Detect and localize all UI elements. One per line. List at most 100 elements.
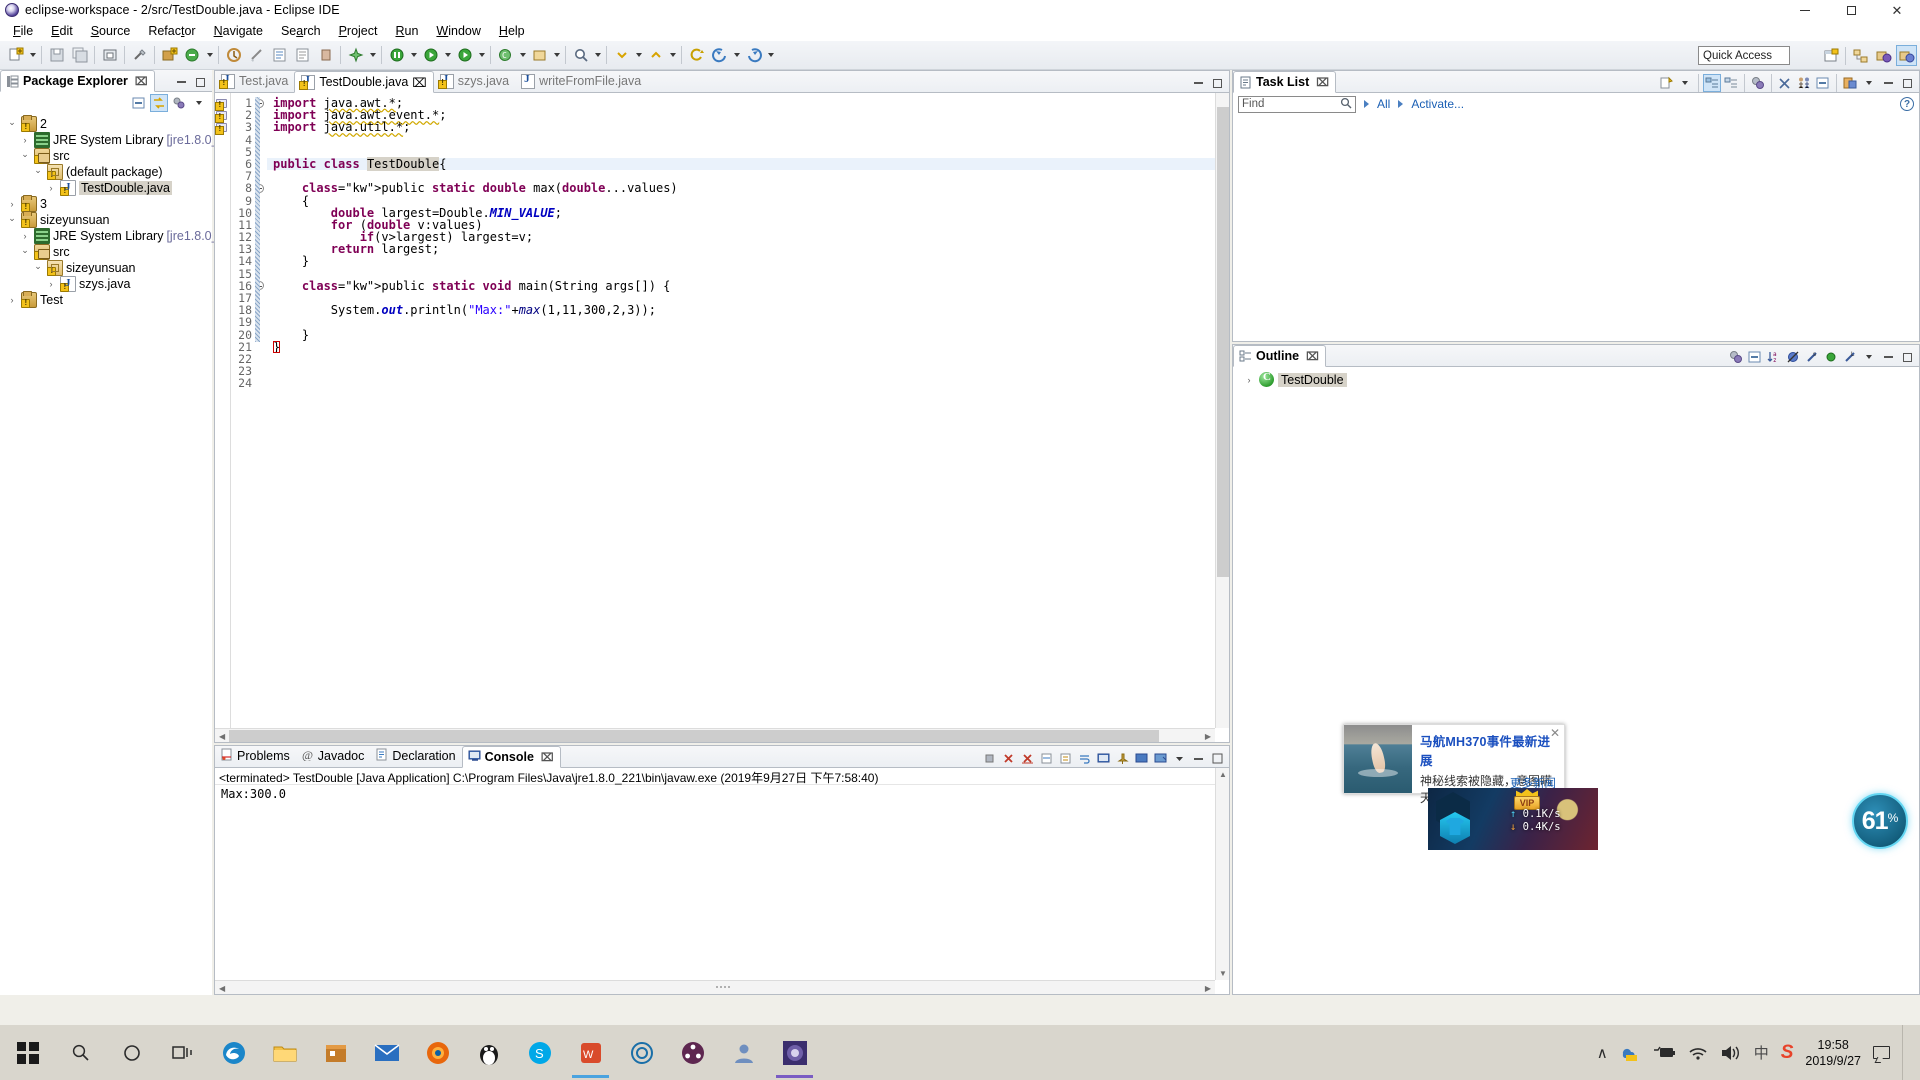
tree-node[interactable]: › TestDouble.java — [0, 180, 212, 196]
new-wizard-icon[interactable] — [5, 45, 26, 66]
taskbar-file-explorer[interactable] — [259, 1025, 310, 1080]
collapse-all-icon[interactable] — [1746, 348, 1764, 366]
search-icon[interactable] — [570, 45, 591, 66]
forward-icon[interactable] — [743, 45, 764, 66]
new-package-icon[interactable] — [529, 45, 550, 66]
taskbar-qq[interactable] — [463, 1025, 514, 1080]
editor-body[interactable]: 123456789101112131415161718192021222324 … — [215, 93, 1229, 742]
code-line[interactable] — [273, 365, 1229, 377]
code-line[interactable] — [273, 353, 1229, 365]
save-icon[interactable] — [46, 45, 67, 66]
bottom-tab-problems[interactable]: Problems — [215, 745, 296, 767]
code-line[interactable]: System.out.println("Max:"+max(1,11,300,2… — [273, 304, 1229, 316]
search-dropdown-icon[interactable] — [592, 45, 603, 66]
notification-icon[interactable] — [1873, 1046, 1890, 1059]
scrollbar-thumb[interactable] — [229, 730, 1159, 742]
sogou-icon[interactable]: S — [1781, 1042, 1794, 1064]
coverage-icon[interactable] — [454, 45, 475, 66]
taskbar-firefox[interactable] — [412, 1025, 463, 1080]
taskbar-task-view[interactable] — [157, 1025, 208, 1080]
tree-node[interactable]: ›3 — [0, 195, 212, 212]
menu-project[interactable]: Project — [330, 22, 387, 40]
menu-edit[interactable]: Edit — [42, 22, 82, 40]
collapse-all-icon[interactable] — [130, 94, 148, 112]
code-line[interactable] — [273, 316, 1229, 328]
taskbar-search[interactable] — [55, 1025, 106, 1080]
debug-dropdown-icon[interactable] — [408, 45, 419, 66]
hide-fields-icon[interactable] — [1784, 348, 1802, 366]
show-desktop-button[interactable] — [1902, 1025, 1910, 1080]
tree-node[interactable]: ⌄ (default package) — [0, 164, 212, 180]
volume-icon[interactable] — [1720, 1044, 1742, 1062]
menu-refactor[interactable]: Refactor — [139, 22, 204, 40]
filter-caret-icon[interactable] — [1364, 100, 1369, 108]
tree-node[interactable]: › JRE System Library [jre1.8.0_221] — [0, 132, 243, 148]
hide-non-public-icon[interactable] — [1822, 348, 1840, 366]
taskbar-mail[interactable] — [361, 1025, 412, 1080]
console-horizontal-scrollbar[interactable]: ◀ ▶ — [215, 980, 1215, 994]
editor-tab[interactable]: Jszys.java — [434, 70, 515, 92]
new-class-icon[interactable]: C — [495, 45, 516, 66]
next-annotation-icon[interactable] — [611, 45, 632, 66]
tree-node[interactable]: ⌄ sizeyunsuan — [0, 211, 212, 228]
view-menu-icon[interactable] — [1860, 348, 1878, 366]
battery-icon[interactable] — [1652, 1045, 1676, 1061]
open-task-icon[interactable] — [292, 45, 313, 66]
bottom-tab-console[interactable]: Console ⌧ — [461, 746, 561, 768]
run-icon[interactable] — [420, 45, 441, 66]
external-tools-icon[interactable] — [246, 45, 267, 66]
taskbar-store[interactable] — [310, 1025, 361, 1080]
remove-launch-icon[interactable] — [999, 749, 1017, 767]
view-menu-icon[interactable] — [170, 94, 188, 112]
quick-fix-icon[interactable] — [129, 45, 150, 66]
tab-outline[interactable]: Outline ⌧ — [1233, 345, 1326, 367]
sort-icon[interactable]: az — [1765, 348, 1783, 366]
taskbar-ubuntu[interactable] — [667, 1025, 718, 1080]
quick-access-input[interactable]: Quick Access — [1698, 46, 1790, 65]
console-vertical-scrollbar[interactable]: ▲ ▼ — [1215, 768, 1229, 980]
menu-help[interactable]: Help — [490, 22, 534, 40]
new-java-project-icon[interactable] — [159, 45, 180, 66]
ime-icon[interactable]: 中 — [1754, 1042, 1769, 1063]
activate-link[interactable]: Activate... — [1411, 97, 1464, 111]
new-class-dropdown-icon[interactable] — [517, 45, 528, 66]
code-line[interactable]: class="kw">public static void main(Strin… — [273, 280, 1229, 292]
close-icon[interactable]: ⌧ — [135, 75, 148, 88]
code-line[interactable] — [273, 377, 1229, 389]
java-browsing-perspective-icon[interactable] — [1850, 45, 1871, 66]
code-line[interactable]: } — [273, 341, 1229, 353]
taskbar-cortana[interactable] — [106, 1025, 157, 1080]
maximize-icon[interactable] — [1898, 74, 1916, 92]
new-task-icon[interactable] — [1657, 74, 1675, 92]
build-icon[interactable] — [223, 45, 244, 66]
tree-node[interactable]: ⌄ sizeyunsuan — [0, 260, 212, 276]
minimize-icon[interactable] — [1879, 74, 1897, 92]
new-wizard-dropdown-icon[interactable] — [27, 45, 38, 66]
search-toolbar-icon[interactable] — [269, 45, 290, 66]
maximize-icon[interactable] — [191, 73, 209, 91]
code-line[interactable]: } — [273, 328, 1229, 340]
menu-navigate[interactable]: Navigate — [205, 22, 272, 40]
open-console-icon[interactable] — [1151, 749, 1169, 767]
maximize-icon[interactable] — [1208, 749, 1226, 767]
run-external-icon[interactable] — [345, 45, 366, 66]
activate-caret-icon[interactable] — [1398, 100, 1404, 108]
chevron-down-icon[interactable]: ⌄ — [32, 258, 44, 274]
menu-run[interactable]: Run — [386, 22, 427, 40]
search-icon[interactable] — [1340, 97, 1352, 112]
view-menu-caret-icon[interactable] — [190, 94, 208, 112]
wifi-icon[interactable] — [1688, 1044, 1708, 1062]
scrollbar-thumb[interactable] — [1217, 107, 1229, 577]
view-menu-icon[interactable] — [1860, 74, 1878, 92]
editor-marker-column[interactable] — [215, 93, 231, 742]
code-line[interactable] — [273, 134, 1229, 146]
warning-marker-icon[interactable] — [215, 121, 230, 136]
code-line[interactable]: import java.awt.event.*; — [273, 109, 1229, 121]
code-line[interactable]: { — [273, 194, 1229, 206]
pin-console-icon[interactable] — [1113, 749, 1131, 767]
minimize-icon[interactable] — [1189, 749, 1207, 767]
java-perspective-icon[interactable] — [1896, 45, 1917, 66]
save-all-icon[interactable] — [69, 45, 90, 66]
close-icon[interactable]: ⌧ — [1316, 76, 1329, 89]
taskbar-contacts[interactable] — [718, 1025, 769, 1080]
